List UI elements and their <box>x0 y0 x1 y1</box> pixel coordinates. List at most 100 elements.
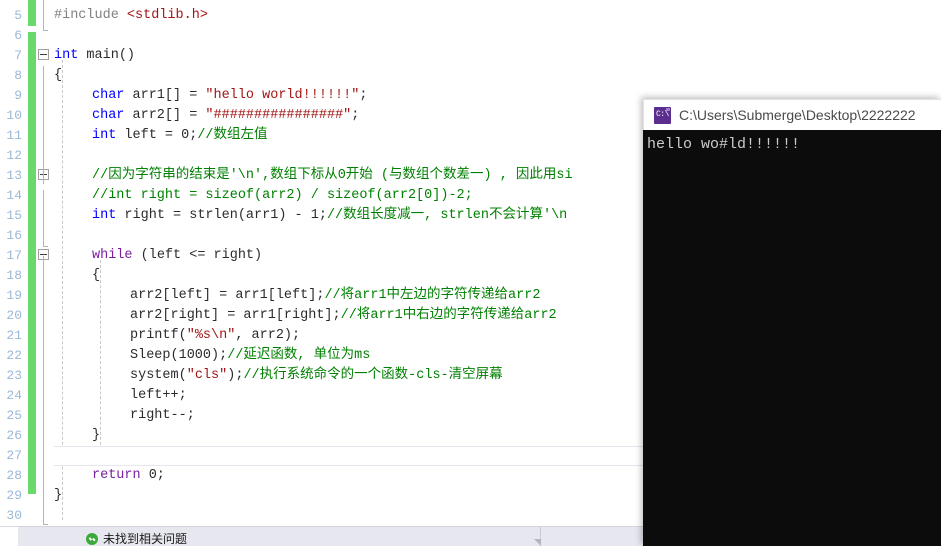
code-line[interactable]: printf("%s\n", arr2); <box>130 326 300 346</box>
console-titlebar[interactable]: C:\ C:\Users\Submerge\Desktop\2222222 <box>643 99 941 130</box>
fold-connector-foot <box>43 524 48 525</box>
code-token-cmt: //因为字符串的结束是'\n',数组下标从0开始 (与数组个数差一) , 因此用… <box>92 168 573 183</box>
code-token-cmt: //延迟函数, 单位为ms <box>227 348 371 363</box>
code-token-pln: printf( <box>130 328 187 343</box>
code-line[interactable]: char arr2[] = "################"; <box>92 106 359 126</box>
change-bar-segment <box>28 32 36 494</box>
code-line[interactable]: { <box>92 266 100 286</box>
line-number: 21 <box>6 328 22 343</box>
code-token-cmt: //数组左值 <box>197 128 268 143</box>
console-output-text: hello wo#ld!!!!!! <box>647 136 801 153</box>
line-number: 11 <box>6 128 22 143</box>
console-window[interactable]: C:\ C:\Users\Submerge\Desktop\2222222 he… <box>643 99 941 546</box>
code-token-kw: int <box>92 208 117 223</box>
code-line[interactable]: int main() <box>54 46 135 66</box>
line-number: 15 <box>6 208 22 223</box>
code-token-kw2: while <box>92 248 133 263</box>
code-token-str: "cls" <box>186 368 228 383</box>
code-line[interactable]: left++; <box>130 386 187 406</box>
code-line[interactable]: int right = strlen(arr1) - 1;//数组长度减一, s… <box>92 206 567 226</box>
code-line[interactable]: //因为字符串的结束是'\n',数组下标从0开始 (与数组个数差一) , 因此用… <box>92 166 573 186</box>
code-token-pln: 0; <box>140 468 165 483</box>
code-token-inc: <stdlib.h> <box>126 8 208 23</box>
code-line[interactable]: arr2[right] = arr1[right];//将arr1中右边的字符传… <box>130 306 557 326</box>
code-token-pln: { <box>92 268 101 283</box>
statusbar-resize-grip[interactable] <box>534 539 541 546</box>
code-token-pln: system( <box>130 368 187 383</box>
code-token-pln: { <box>54 68 63 83</box>
change-bar-segment <box>28 0 36 26</box>
command-prompt-icon-label: C:\ <box>656 109 669 119</box>
fold-toggle-icon[interactable] <box>38 49 49 60</box>
code-token-kw: int <box>54 48 79 63</box>
fold-connector-line <box>43 66 44 184</box>
code-token-pln: } <box>54 488 63 503</box>
code-line[interactable]: } <box>92 426 100 446</box>
line-number: 24 <box>6 388 22 403</box>
code-token-cmt: //将arr1中右边的字符传递给arr2 <box>340 308 557 323</box>
line-number: 23 <box>6 368 22 383</box>
code-token-pln: } <box>92 428 101 443</box>
code-token-kw: int <box>92 128 117 143</box>
code-line[interactable]: #include <stdlib.h> <box>54 6 208 26</box>
line-number: 5 <box>14 8 22 23</box>
code-line[interactable]: system("cls");//执行系统命令的一个函数-cls-清空屏幕 <box>130 366 503 386</box>
code-line[interactable]: { <box>54 66 62 86</box>
code-token-pln: ); <box>227 368 244 383</box>
code-token-cmt: //执行系统命令的一个函数-cls-清空屏幕 <box>243 368 503 383</box>
code-token-str: "hello world!!!!!!" <box>205 88 360 103</box>
code-line[interactable]: arr2[left] = arr1[left];//将arr1中左边的字符传递给… <box>130 286 540 306</box>
code-token-pln: , arr2); <box>235 328 301 343</box>
statusbar-message: 未找到相关问题 <box>103 532 188 546</box>
code-token-kw2: return <box>92 468 141 483</box>
fold-connector-line <box>43 466 44 524</box>
code-token-cmt: //int right = sizeof(arr2) / sizeof(arr2… <box>92 188 473 203</box>
fold-connector-foot <box>43 30 48 31</box>
code-line[interactable]: Sleep(1000);//延迟函数, 单位为ms <box>130 346 370 366</box>
change-indicator-bar <box>28 0 36 526</box>
line-number: 13 <box>6 168 22 183</box>
line-number: 8 <box>14 68 22 83</box>
line-number: 9 <box>14 88 22 103</box>
code-token-kw: char <box>92 108 125 123</box>
code-line[interactable]: while (left <= right) <box>92 246 262 266</box>
code-line[interactable]: } <box>54 486 62 506</box>
line-number: 20 <box>6 308 22 323</box>
fold-connector-line <box>43 0 44 30</box>
line-number: 16 <box>6 228 22 243</box>
command-prompt-icon: C:\ <box>654 106 671 124</box>
fold-connector-line <box>43 256 44 468</box>
code-token-cmt: //数组长度减一, strlen不会计算'\n <box>326 208 568 223</box>
line-number: 6 <box>14 28 22 43</box>
line-number: 30 <box>6 508 22 523</box>
code-line[interactable]: //int right = sizeof(arr2) / sizeof(arr2… <box>92 186 473 206</box>
code-token-pln: ; <box>351 108 360 123</box>
checkmark-circle-icon <box>86 532 98 545</box>
console-title-text: C:\Users\Submerge\Desktop\2222222 <box>679 107 916 123</box>
line-number: 28 <box>6 468 22 483</box>
console-output-area[interactable]: hello wo#ld!!!!!! <box>643 130 941 546</box>
line-number: 18 <box>6 268 22 283</box>
line-number: 19 <box>6 288 22 303</box>
line-number: 27 <box>6 448 22 463</box>
line-number: 14 <box>6 188 22 203</box>
code-fold-margin[interactable] <box>36 0 54 526</box>
code-token-pln: Sleep(1000); <box>130 348 228 363</box>
code-token-pln: ; <box>359 88 368 103</box>
code-token-pln: main() <box>78 48 136 63</box>
code-token-pln: arr2[] = <box>124 108 206 123</box>
statusbar-content: 未找到相关问题 <box>86 530 187 546</box>
line-number: 7 <box>14 48 22 63</box>
code-token-pln: right--; <box>130 408 195 423</box>
code-line[interactable]: right--; <box>130 406 195 426</box>
fold-connector-foot <box>43 246 48 247</box>
code-token-pln: left++; <box>130 388 187 403</box>
code-token-pln: arr2[left] = arr1[left]; <box>130 288 325 303</box>
code-line[interactable]: char arr1[] = "hello world!!!!!!"; <box>92 86 367 106</box>
code-line[interactable]: int left = 0;//数组左值 <box>92 126 268 146</box>
code-token-pln: right = strlen(arr1) - 1; <box>116 208 327 223</box>
code-line[interactable]: return 0; <box>92 466 165 486</box>
statusbar-left-spacer <box>0 526 18 546</box>
line-number-gutter: 5 6 7 8 9 10 11 12 13 14 15 16 17 18 19 20 21 22 23 24 25 26 2… <box>0 0 22 526</box>
code-token-str: "################" <box>205 108 352 123</box>
